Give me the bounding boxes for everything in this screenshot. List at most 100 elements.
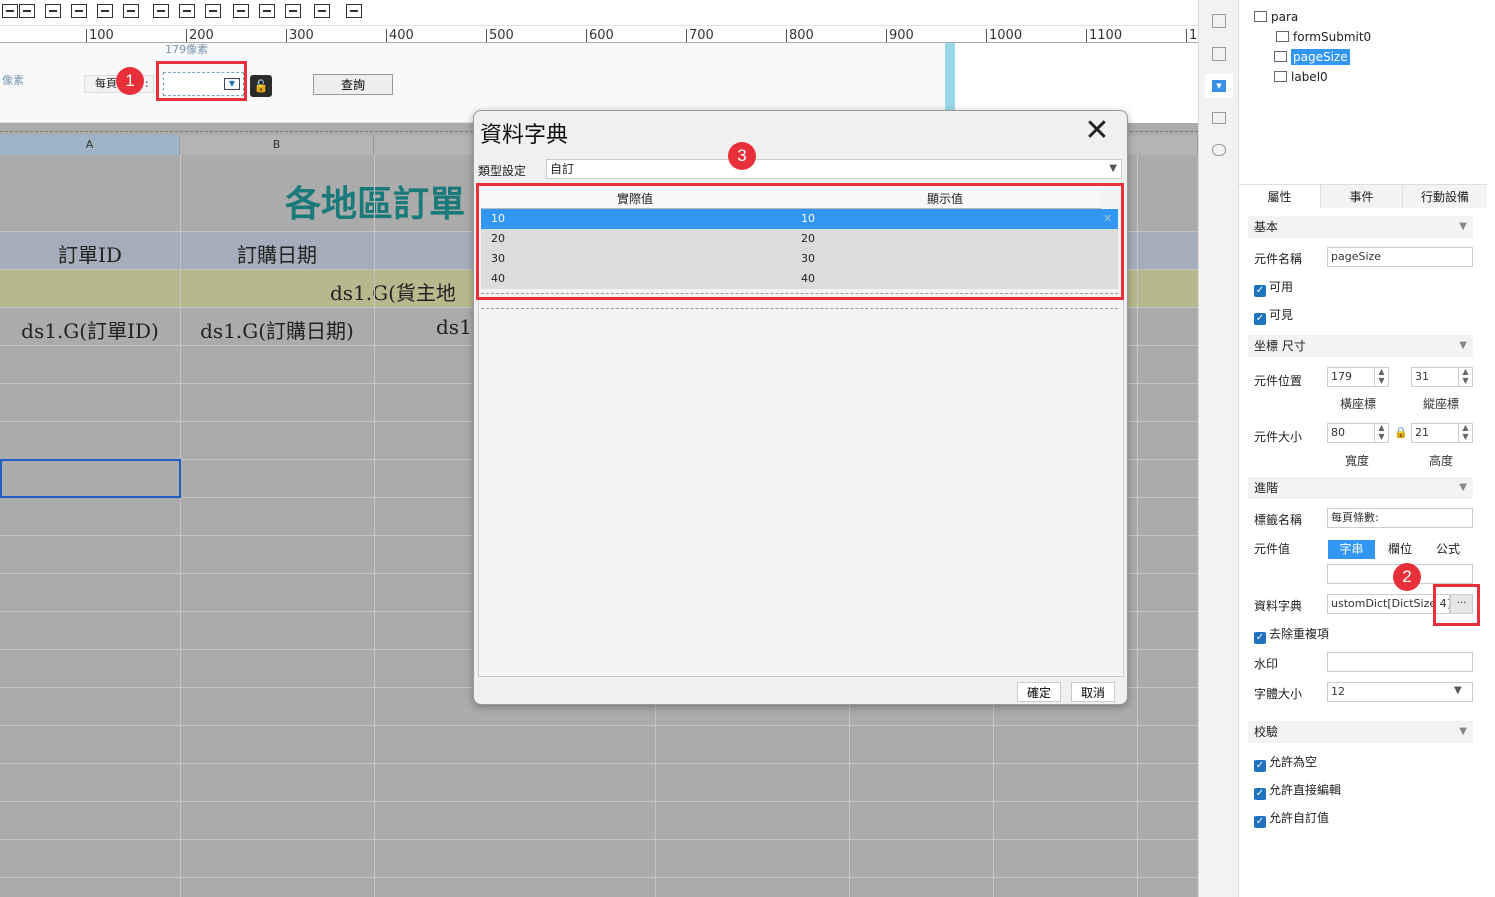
name-input[interactable]: pageSize (1327, 247, 1473, 267)
tree-item-label[interactable]: label0 (1274, 68, 1328, 86)
grid-icon[interactable] (97, 4, 113, 18)
tree-item-pagesize[interactable]: pageSize (1274, 48, 1350, 66)
widget-icon[interactable] (1212, 47, 1226, 61)
ok-button[interactable]: 確定 (1017, 682, 1061, 702)
cell-order-date[interactable]: ds1.G(訂購日期) (180, 315, 374, 344)
close-icon[interactable]: ✕ (1082, 116, 1112, 147)
ruler-tick: 500 (486, 29, 514, 42)
label-icon (1274, 71, 1287, 82)
column-header-b[interactable]: B (180, 135, 374, 155)
tab-properties[interactable]: 屬性 (1239, 184, 1321, 208)
spinner-arrows-icon[interactable]: ▲ ▼ (1458, 423, 1472, 443)
value-type-formula[interactable]: 公式 (1424, 540, 1472, 559)
value-type-field[interactable]: 欄位 (1376, 540, 1424, 559)
lock-ratio-icon[interactable]: 🔒 (1394, 426, 1408, 439)
chevron-down-icon: ▼ (1459, 340, 1467, 351)
text-area-icon[interactable] (233, 4, 249, 18)
header-order-id[interactable]: 訂單ID (0, 239, 180, 268)
checkbox-icon[interactable] (179, 4, 195, 18)
page-icon (1276, 31, 1289, 42)
w-label: 寬度 (1345, 454, 1370, 468)
check-icon: ✓ (1254, 760, 1266, 772)
allow-custom-checkbox[interactable]: ✓ 允許自訂值 (1254, 811, 1329, 828)
date-icon[interactable] (71, 4, 87, 18)
annotation-badge-1: 1 (116, 67, 144, 95)
chevron-down-icon: ▼ (1459, 221, 1467, 232)
column-header-a[interactable]: A (0, 135, 180, 155)
combo-box-icon[interactable] (45, 4, 61, 18)
visible-checkbox[interactable]: ✓ 可見 (1254, 308, 1293, 325)
ruler-tick: 300 (286, 29, 314, 42)
enabled-checkbox[interactable]: ✓ 可用 (1254, 280, 1293, 297)
value-type-string[interactable]: 字串 (1328, 540, 1375, 559)
check-icon: ✓ (1254, 285, 1266, 297)
combo-widget-icon (1274, 51, 1287, 62)
spinner-arrows-icon[interactable]: ▲ ▼ (1458, 367, 1472, 387)
number-box-icon[interactable] (19, 4, 35, 18)
report-title[interactable]: 各地區訂單 (285, 175, 465, 227)
ruler-tick: 400 (386, 29, 414, 42)
annotation-badge-2: 2 (1393, 563, 1421, 591)
ruler-tick: 600 (586, 29, 614, 42)
link-icon[interactable] (1212, 144, 1226, 156)
pixel-label: 像素 (2, 74, 24, 87)
form-icon (1254, 11, 1267, 22)
selected-cell[interactable] (0, 459, 181, 498)
dedupe-checkbox[interactable]: ✓ 去除重複項 (1254, 627, 1329, 644)
allow-edit-checkbox[interactable]: ✓ 允許直接編輯 (1254, 783, 1341, 800)
checkbox-group-icon[interactable] (205, 4, 221, 18)
check-icon: ✓ (1254, 788, 1266, 800)
chevron-down-icon[interactable]: ▼ (1454, 685, 1462, 696)
h-label: 高度 (1429, 454, 1454, 468)
dict-input[interactable]: ustomDict[DictSize 4] (1327, 594, 1450, 614)
section-coord[interactable]: 坐標 尺寸 ▼ (1248, 335, 1473, 357)
value-label: 元件值 (1254, 542, 1291, 556)
spinner-arrows-icon[interactable]: ▲ ▼ (1374, 423, 1388, 443)
tree-icon[interactable] (314, 4, 330, 18)
check-icon: ✓ (1254, 816, 1266, 828)
chevron-down-icon: ▼ (1109, 163, 1117, 174)
watermark-input[interactable] (1327, 652, 1473, 672)
list-icon[interactable] (1212, 112, 1226, 124)
tab-events[interactable]: 事件 (1321, 184, 1403, 208)
group-cell[interactable]: ds1.G(貨主地 (330, 277, 456, 306)
header-order-date[interactable]: 訂購日期 (180, 239, 374, 268)
tree-root[interactable]: para (1254, 8, 1298, 26)
chevron-down-icon: ▼ (1459, 726, 1467, 737)
x-label: 橫座標 (1340, 397, 1377, 411)
button-group-icon[interactable] (259, 4, 275, 18)
check-icon: ✓ (1254, 313, 1266, 325)
section-advanced[interactable]: 進階 ▼ (1248, 477, 1473, 499)
spinner-arrows-icon[interactable]: ▲ ▼ (1374, 367, 1388, 387)
allow-empty-checkbox[interactable]: ✓ 允許為空 (1254, 755, 1317, 772)
combo-widget-icon[interactable]: ▼ (1212, 80, 1226, 92)
chevron-down-icon: ▼ (1459, 482, 1467, 493)
tag-label: 標籤名稱 (1254, 513, 1303, 527)
cell-partial[interactable]: ds1 (436, 315, 472, 339)
type-select[interactable]: 自訂 ▼ (546, 159, 1122, 179)
annotation-badge-3: 3 (728, 142, 756, 170)
ruler-tick: 700 (686, 29, 714, 42)
cell-order-id[interactable]: ds1.G(訂單ID) (0, 315, 180, 344)
tag-input[interactable]: 每頁條數: (1327, 508, 1473, 528)
section-validate[interactable]: 校驗 ▼ (1248, 721, 1473, 743)
report-icon[interactable] (1212, 14, 1226, 28)
more-icon[interactable] (346, 4, 362, 18)
slider-icon[interactable] (285, 4, 301, 18)
number-icon[interactable] (123, 4, 139, 18)
ruler-tick: 800 (786, 29, 814, 42)
tree-item-formsubmit[interactable]: formSubmit0 (1276, 28, 1371, 46)
text-box-icon[interactable] (2, 4, 18, 18)
annotation-box-2 (1433, 584, 1480, 626)
font-size-select[interactable]: 12 (1327, 682, 1473, 702)
ruler-tick: 1 (1186, 29, 1197, 42)
ruler-tick: 900 (886, 29, 914, 42)
ruler-tick: 100 (86, 29, 114, 42)
lock-icon[interactable]: 🔓 (250, 75, 272, 97)
dialog-title: 資料字典 (480, 123, 569, 148)
query-button[interactable]: 查詢 (313, 74, 393, 95)
tab-mobile[interactable]: 行動設備 (1403, 184, 1487, 208)
cancel-button[interactable]: 取消 (1071, 682, 1115, 702)
section-basic[interactable]: 基本 ▼ (1248, 216, 1473, 238)
radio-icon[interactable] (153, 4, 169, 18)
